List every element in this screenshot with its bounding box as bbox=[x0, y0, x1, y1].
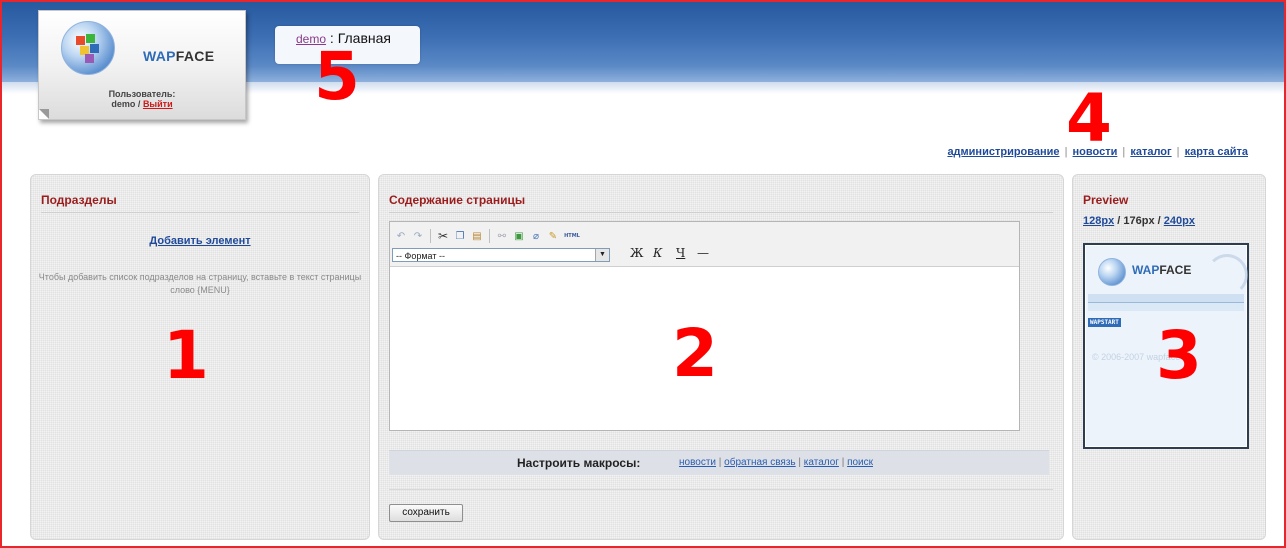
divider bbox=[389, 212, 1053, 213]
macro-bar: Настроить макросы: новости | обратная св… bbox=[389, 450, 1049, 475]
user-sep: / bbox=[137, 99, 141, 109]
preview-title: Preview bbox=[1083, 193, 1129, 207]
mini-nav-bar bbox=[1088, 303, 1244, 311]
underline-button[interactable]: Ч bbox=[676, 246, 685, 260]
add-element-link[interactable]: Добавить элемент bbox=[31, 235, 369, 247]
format-select[interactable]: -- Формат -- ▼ bbox=[392, 248, 610, 262]
user-label: Пользователь: bbox=[108, 89, 176, 99]
mini-wordmark: WAPFACE bbox=[1132, 263, 1191, 277]
eraser-icon[interactable]: ⌀ bbox=[529, 229, 543, 243]
logo-card: WAPFACE Пользователь: demo / Выйти bbox=[38, 10, 246, 120]
format-select-value: -- Формат -- bbox=[396, 251, 445, 261]
logo-cube-icon bbox=[76, 36, 85, 45]
size-sep: / bbox=[1117, 215, 1121, 227]
user-name: demo bbox=[111, 99, 136, 109]
mini-nav-bar bbox=[1088, 294, 1244, 303]
logo-cube-icon bbox=[85, 54, 94, 63]
image-icon[interactable]: ▣ bbox=[512, 229, 526, 243]
mini-logo-icon bbox=[1098, 258, 1126, 286]
nav-admin-link[interactable]: администрирование bbox=[947, 146, 1059, 158]
nav-sitemap-link[interactable]: карта сайта bbox=[1185, 146, 1248, 158]
mini-wapstart-badge: WAPSTART bbox=[1088, 318, 1121, 327]
macro-label: Настроить макросы: bbox=[517, 456, 641, 470]
divider bbox=[41, 212, 359, 213]
marker-1: 1 bbox=[163, 317, 209, 394]
size-240-link[interactable]: 240px bbox=[1164, 215, 1195, 227]
logout-link[interactable]: Выйти bbox=[143, 99, 173, 109]
link-icon[interactable]: ⚯ bbox=[495, 229, 509, 243]
horizontal-rule-button[interactable]: — bbox=[697, 246, 709, 260]
undo-icon[interactable]: ↶ bbox=[394, 229, 408, 243]
size-sep: / bbox=[1157, 215, 1161, 227]
size-176-current: 176px bbox=[1123, 215, 1155, 227]
logo-face-text: FACE bbox=[175, 48, 215, 64]
mini-wap-text: WAP bbox=[1132, 263, 1160, 277]
clean-icon[interactable]: ✎ bbox=[546, 229, 560, 243]
macro-news-link[interactable]: новости bbox=[679, 457, 716, 468]
mini-wave-icon bbox=[1206, 254, 1248, 296]
marker-4: 4 bbox=[1066, 80, 1112, 157]
macro-search-link[interactable]: поиск bbox=[847, 457, 873, 468]
marker-2: 2 bbox=[672, 315, 718, 392]
macro-catalog-link[interactable]: каталог bbox=[804, 457, 839, 468]
toolbar-sep bbox=[430, 229, 431, 243]
macro-links: новости | обратная связь | каталог | пои… bbox=[679, 457, 874, 468]
nav-sep: | bbox=[1122, 146, 1126, 158]
redo-icon[interactable]: ↷ bbox=[411, 229, 425, 243]
paste-icon[interactable]: ▤ bbox=[470, 229, 484, 243]
divider bbox=[389, 489, 1053, 490]
logo-globe-icon bbox=[61, 21, 115, 75]
macro-feedback-link[interactable]: обратная связь bbox=[724, 457, 795, 468]
logo-wap-text: WAP bbox=[143, 48, 176, 64]
nav-sep: | bbox=[1176, 146, 1180, 158]
bold-button[interactable]: Ж bbox=[630, 246, 643, 260]
user-info: Пользователь: demo / Выйти bbox=[39, 89, 245, 109]
card-fold bbox=[39, 109, 49, 119]
chevron-down-icon: ▼ bbox=[595, 249, 609, 261]
marker-5: 5 bbox=[314, 38, 360, 115]
subsections-hint: Чтобы добавить список подразделов на стр… bbox=[38, 272, 362, 295]
subsections-title: Подразделы bbox=[41, 193, 117, 207]
mini-face-text: FACE bbox=[1159, 263, 1192, 277]
save-button[interactable]: сохранить bbox=[389, 504, 463, 522]
preview-size-links: 128px / 176px / 240px bbox=[1083, 215, 1195, 227]
italic-button[interactable]: К bbox=[653, 246, 662, 260]
content-title: Содержание страницы bbox=[389, 193, 526, 207]
size-128-link[interactable]: 128px bbox=[1083, 215, 1114, 227]
nav-catalog-link[interactable]: каталог bbox=[1130, 146, 1171, 158]
copy-icon[interactable]: ❐ bbox=[453, 229, 467, 243]
logo-cube-icon bbox=[90, 44, 99, 53]
logo-cube-icon bbox=[86, 34, 95, 43]
marker-3: 3 bbox=[1156, 317, 1202, 394]
editor-toolbar: ↶ ↷ ✂ ❐ ▤ ⚯ ▣ ⌀ ✎ HTML -- Формат -- ▼ Ж … bbox=[390, 222, 1019, 267]
content-panel: Содержание страницы ↶ ↷ ✂ ❐ ▤ ⚯ ▣ ⌀ ✎ HT… bbox=[378, 174, 1064, 540]
cut-icon[interactable]: ✂ bbox=[436, 229, 450, 243]
toolbar-sep bbox=[489, 229, 490, 243]
html-icon[interactable]: HTML bbox=[563, 229, 581, 243]
logo-wordmark[interactable]: WAPFACE bbox=[143, 48, 214, 64]
